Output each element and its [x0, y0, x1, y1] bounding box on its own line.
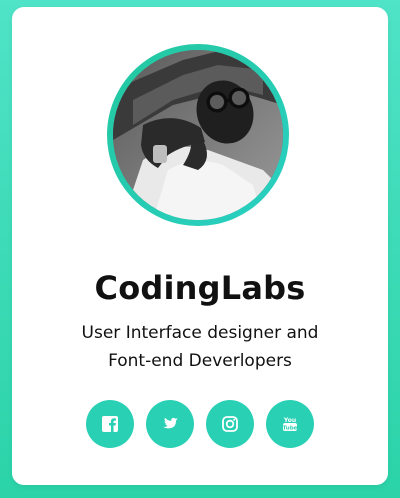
avatar [113, 50, 283, 220]
instagram-button[interactable] [206, 400, 254, 448]
description-line-1: User Interface designer and [81, 323, 319, 343]
svg-text:Tube: Tube [283, 426, 298, 432]
twitter-button[interactable] [146, 400, 194, 448]
youtube-icon: You Tube [283, 417, 298, 432]
facebook-button[interactable] [86, 400, 134, 448]
twitter-icon [163, 417, 178, 429]
social-links: You Tube [12, 400, 388, 448]
avatar-photo [113, 50, 283, 220]
profile-card: CodingLabs User Interface designer and F… [12, 7, 388, 485]
description-line-2: Font-end Deverlopers [108, 351, 292, 371]
youtube-button[interactable]: You Tube [266, 400, 314, 448]
profile-description: User Interface designer and Font-end Dev… [52, 319, 348, 375]
avatar-ring [107, 44, 289, 226]
instagram-icon [222, 416, 238, 432]
svg-text:You: You [283, 417, 296, 424]
facebook-icon [102, 416, 118, 432]
profile-name: CodingLabs [94, 269, 306, 307]
